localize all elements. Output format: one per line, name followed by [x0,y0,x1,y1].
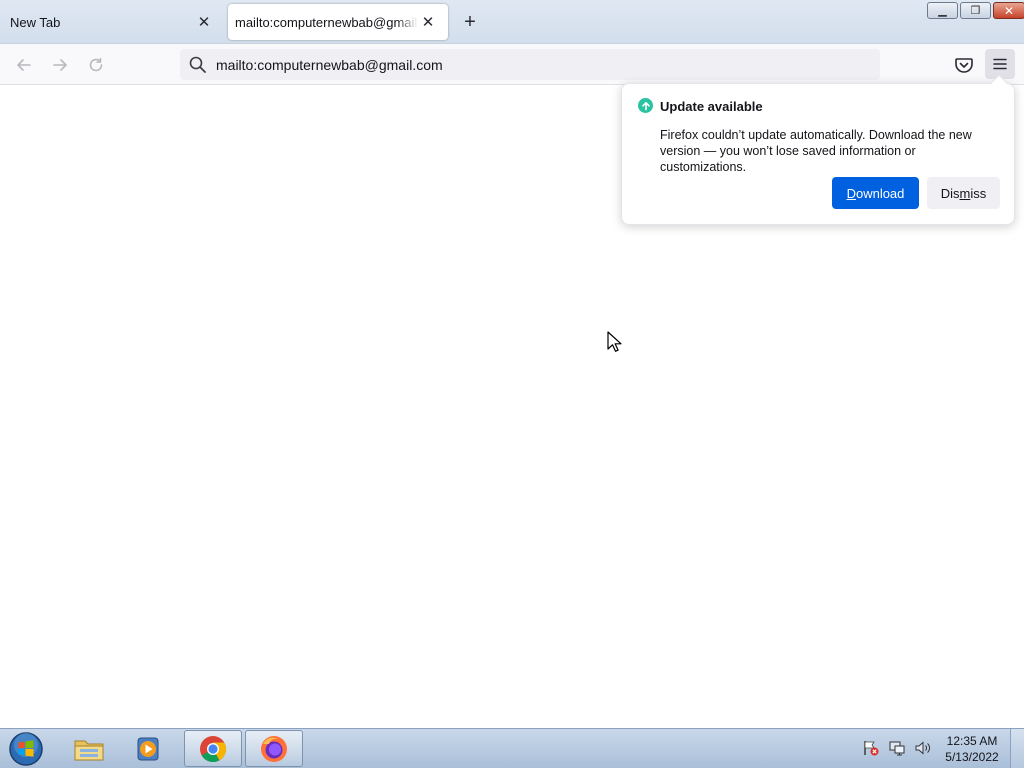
chrome-icon [200,735,227,762]
mouse-cursor-icon [607,331,622,352]
new-tab-button[interactable]: + [458,10,482,34]
close-icon: ✕ [1003,3,1015,18]
reload-icon [89,57,103,72]
tab-mailto[interactable]: mailto:computernewbab@gmail.com ✕ [228,4,448,40]
pocket-icon[interactable] [952,53,976,77]
restore-button[interactable]: ❐ [960,2,991,19]
forward-button[interactable] [47,52,73,78]
taskbar-explorer[interactable] [60,730,118,767]
url-bar[interactable] [180,49,880,80]
taskbar-firefox[interactable] [245,730,303,767]
tab-strip: New Tab ✕ mailto:computernewbab@gmail.co… [0,0,1024,44]
close-window-button[interactable]: ✕ [993,2,1024,19]
tab-close-icon[interactable]: ✕ [194,12,214,32]
minimize-icon: ▁ [938,5,947,17]
taskbar-media-player[interactable] [120,730,178,767]
tab-new-tab[interactable]: New Tab ✕ [0,4,224,40]
tab-title: mailto:computernewbab@gmail.com [235,14,418,30]
window-controls: ▁ ❐ ✕ [925,2,1024,19]
url-input[interactable] [216,56,836,73]
tab-close-icon[interactable]: ✕ [418,12,438,32]
back-arrow-icon [17,59,31,71]
taskbar: 12:35 AM 5/13/2022 [0,728,1024,768]
back-button[interactable] [11,52,37,78]
firefox-icon [261,735,287,762]
search-icon [189,56,206,73]
reload-button[interactable] [83,52,109,78]
network-icon[interactable] [888,739,906,757]
clock-date: 5/13/2022 [945,750,999,764]
app-menu-button[interactable] [985,49,1015,79]
media-player-icon [137,737,159,760]
navigation-toolbar [0,44,1024,85]
page-content [0,86,1024,728]
action-center-flag-icon[interactable] [862,739,880,757]
forward-arrow-icon [53,59,67,71]
volume-icon[interactable] [914,739,932,757]
hamburger-menu-icon [993,58,1007,70]
taskbar-chrome[interactable] [184,730,242,767]
clock-time: 12:35 AM [946,734,998,748]
system-tray [862,739,932,757]
minimize-button[interactable]: ▁ [927,2,958,19]
show-desktop-button[interactable] [1010,729,1024,768]
tab-title: New Tab [10,14,61,30]
folder-icon [74,740,104,760]
start-button[interactable] [6,731,46,767]
system-clock[interactable]: 12:35 AM 5/13/2022 [940,733,1004,765]
restore-icon: ❐ [970,5,981,17]
